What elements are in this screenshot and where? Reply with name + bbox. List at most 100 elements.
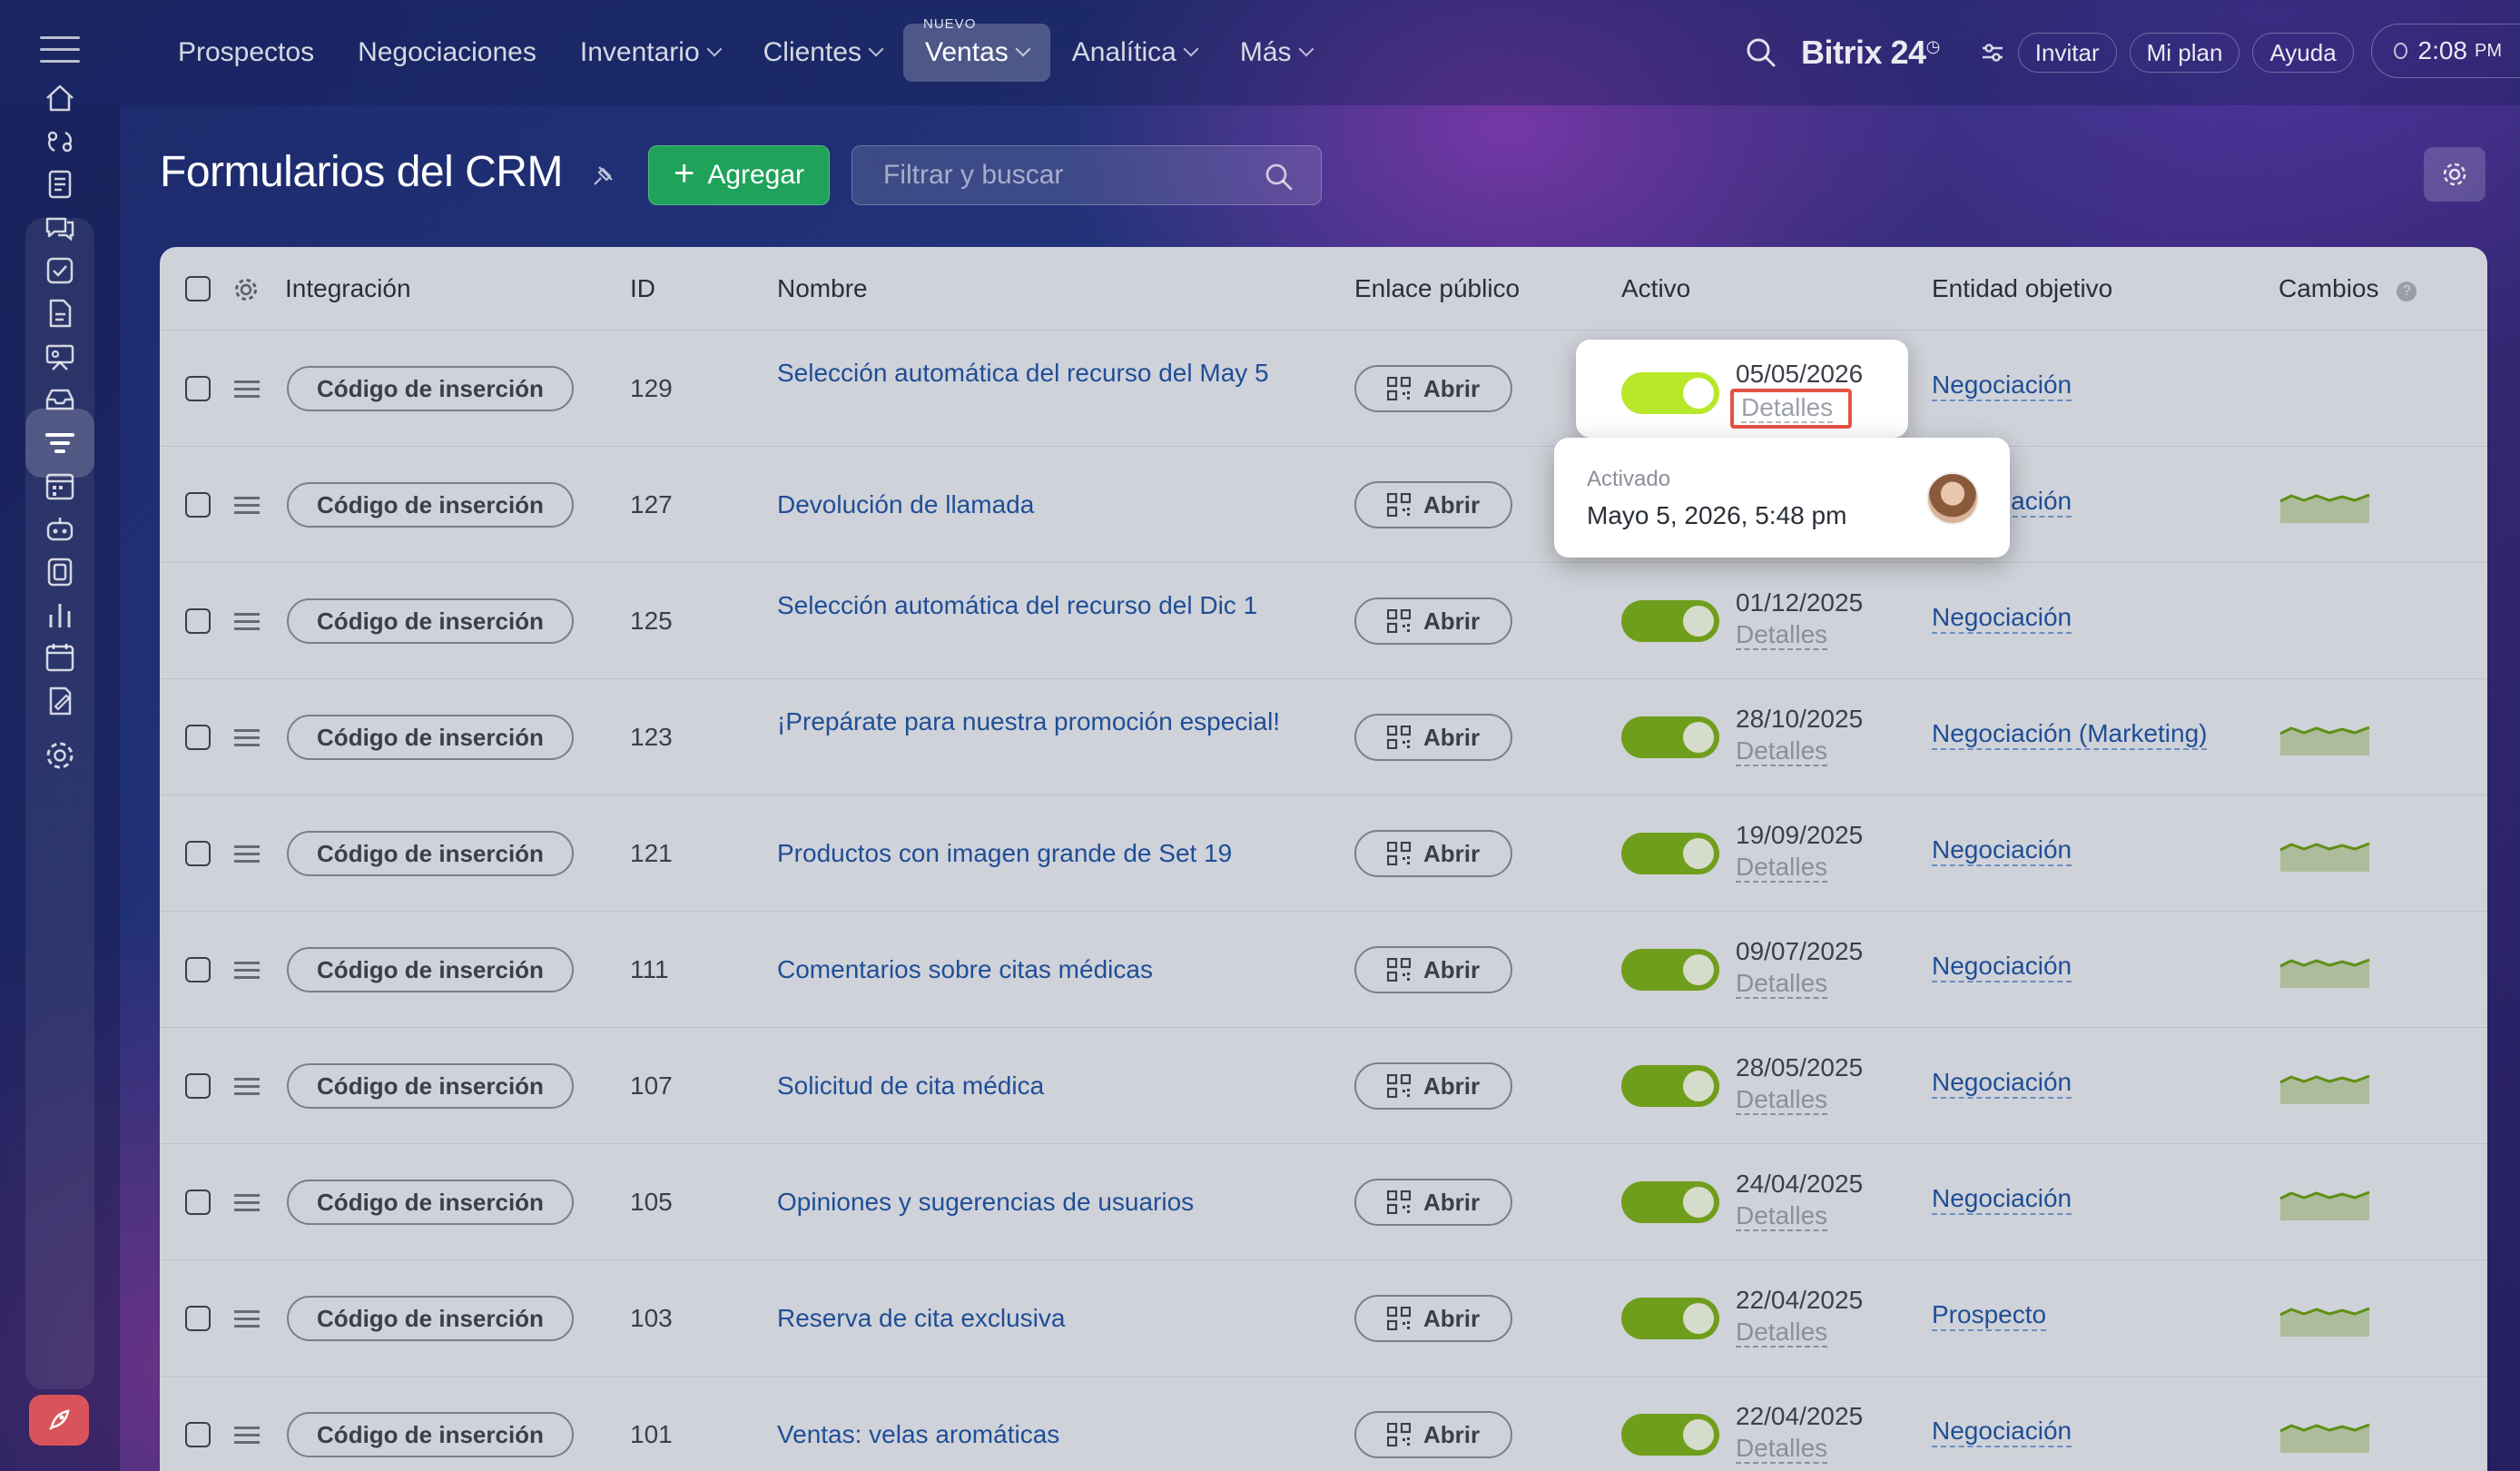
document-list-icon[interactable] <box>42 166 78 202</box>
table-row[interactable]: Código de inserción 111 Comentarios sobre … <box>160 912 2487 1028</box>
form-name-link[interactable]: Selección automática del recurso del Dic… <box>777 590 1285 621</box>
form-name-link[interactable]: Comentarios sobre citas médicas <box>777 954 1285 985</box>
page-settings-button[interactable] <box>2424 147 2486 202</box>
target-entity-link[interactable]: Negociación <box>1932 835 2072 866</box>
details-link[interactable]: Detalles <box>1736 737 1828 766</box>
integration-chip[interactable]: Código de inserción <box>287 598 574 644</box>
open-public-link-button[interactable]: Abrir <box>1354 830 1512 877</box>
home-icon[interactable] <box>42 80 78 116</box>
active-toggle[interactable] <box>1621 1065 1719 1107</box>
open-public-link-button[interactable]: Abrir <box>1354 1411 1512 1458</box>
row-checkbox[interactable] <box>185 376 211 401</box>
active-toggle[interactable] <box>1621 716 1719 758</box>
target-entity-link[interactable]: Negociación <box>1932 1417 2072 1447</box>
target-entity-link[interactable]: Negociación <box>1932 1068 2072 1099</box>
active-toggle[interactable] <box>1621 833 1719 874</box>
table-row[interactable]: Código de inserción 123 ¡Prepárate para nu… <box>160 679 2487 795</box>
form-name-link[interactable]: Ventas: velas aromáticas <box>777 1419 1285 1450</box>
calendar-icon[interactable] <box>42 639 78 676</box>
search-icon[interactable] <box>1263 161 1295 193</box>
row-checkbox[interactable] <box>185 725 211 750</box>
open-public-link-button[interactable]: Abrir <box>1354 714 1512 761</box>
details-link-highlighted[interactable]: Detalles <box>1730 389 1852 429</box>
table-row[interactable]: Código de inserción 129 Selección automáti… <box>160 331 2487 447</box>
active-toggle[interactable] <box>1621 1181 1719 1223</box>
integration-chip[interactable]: Código de inserción <box>287 1412 574 1457</box>
nav-clientes[interactable]: Clientes <box>742 24 903 82</box>
details-link[interactable]: Detalles <box>1736 970 1828 999</box>
active-toggle[interactable] <box>1621 1414 1719 1456</box>
open-public-link-button[interactable]: Abrir <box>1354 365 1512 412</box>
form-name-link[interactable]: ¡Prepárate para nuestra promoción especi… <box>777 706 1285 737</box>
active-toggle[interactable] <box>1621 949 1719 991</box>
search-icon[interactable] <box>1743 35 1779 71</box>
row-checkbox[interactable] <box>185 1306 211 1331</box>
pin-icon[interactable] <box>590 163 615 189</box>
target-entity-link[interactable]: Prospecto <box>1932 1300 2047 1331</box>
col-integration[interactable]: Integración <box>285 274 411 303</box>
calendar-grid-icon[interactable] <box>42 468 78 504</box>
nav-analitica[interactable]: Analítica <box>1050 24 1218 82</box>
task-check-icon[interactable] <box>42 252 78 289</box>
row-checkbox[interactable] <box>185 608 211 634</box>
drag-handle-icon[interactable] <box>234 729 260 747</box>
integration-chip[interactable]: Código de inserción <box>287 715 574 760</box>
target-entity-link[interactable]: Negociación <box>1932 952 2072 982</box>
file-icon[interactable] <box>42 295 78 331</box>
invite-button[interactable]: Invitar <box>2017 33 2117 73</box>
details-link[interactable]: Detalles <box>1736 1086 1828 1115</box>
open-public-link-button[interactable]: Abrir <box>1354 1295 1512 1342</box>
row-checkbox[interactable] <box>185 1422 211 1447</box>
avatar[interactable] <box>1926 472 1979 525</box>
drag-handle-icon[interactable] <box>234 613 260 631</box>
menu-icon[interactable] <box>40 36 80 69</box>
row-checkbox[interactable] <box>185 1190 211 1215</box>
funnel-leads-icon[interactable] <box>42 123 78 160</box>
table-row[interactable]: Código de inserción 121 Productos con imag… <box>160 795 2487 912</box>
nav-ventas[interactable]: NUEVO Ventas <box>903 16 1050 82</box>
help-icon[interactable]: ? <box>2397 281 2417 301</box>
details-link[interactable]: Detalles <box>1736 1435 1828 1464</box>
table-row[interactable]: Código de inserción 101 Ventas: velas arom… <box>160 1377 2487 1471</box>
drag-handle-icon[interactable] <box>234 962 260 980</box>
signature-doc-icon[interactable] <box>42 683 78 719</box>
table-row[interactable]: Código de inserción 127 Devolución de llam… <box>160 447 2487 563</box>
table-row[interactable]: Código de inserción 125 Selección automáti… <box>160 563 2487 679</box>
target-entity-link[interactable]: Negociación <box>1932 603 2072 634</box>
active-toggle[interactable] <box>1621 600 1719 642</box>
drag-handle-icon[interactable] <box>234 1078 260 1096</box>
help-button[interactable]: Ayuda <box>2252 33 2354 73</box>
open-public-link-button[interactable]: Abrir <box>1354 481 1512 528</box>
open-public-link-button[interactable]: Abrir <box>1354 597 1512 645</box>
form-name-link[interactable]: Reserva de cita exclusiva <box>777 1303 1285 1334</box>
drag-handle-icon[interactable] <box>234 380 260 399</box>
column-settings-icon[interactable] <box>232 276 260 303</box>
drag-handle-icon[interactable] <box>234 1194 260 1212</box>
col-id[interactable]: ID <box>630 274 655 303</box>
details-link[interactable]: Detalles <box>1736 1202 1828 1231</box>
open-public-link-button[interactable]: Abrir <box>1354 946 1512 993</box>
my-plan-button[interactable]: Mi plan <box>2129 33 2240 73</box>
col-public-link[interactable]: Enlace público <box>1354 274 1520 303</box>
table-row[interactable]: Código de inserción 105 Opiniones y sugere… <box>160 1144 2487 1260</box>
row-checkbox[interactable] <box>185 492 211 518</box>
details-link[interactable]: Detalles <box>1736 1318 1828 1348</box>
table-row[interactable]: Código de inserción 107 Solicitud de cita … <box>160 1028 2487 1144</box>
drag-handle-icon[interactable] <box>234 845 260 864</box>
form-name-link[interactable]: Solicitud de cita médica <box>777 1071 1285 1101</box>
target-entity-link[interactable]: Negociación (Marketing) <box>1932 719 2208 750</box>
nav-prospectos[interactable]: Prospectos <box>156 24 336 82</box>
nav-inventario[interactable]: Inventario <box>558 24 742 82</box>
storage-icon[interactable] <box>42 554 78 590</box>
integration-chip[interactable]: Código de inserción <box>287 1180 574 1225</box>
row-checkbox[interactable] <box>185 1073 211 1099</box>
form-name-link[interactable]: Opiniones y sugerencias de usuarios <box>777 1187 1285 1218</box>
sliders-icon[interactable] <box>1980 40 2005 65</box>
add-button[interactable]: + Agregar <box>648 145 830 205</box>
target-entity-link[interactable]: Negociación <box>1932 370 2072 401</box>
integration-chip[interactable]: Código de inserción <box>287 1063 574 1109</box>
form-name-link[interactable]: Selección automática del recurso del May… <box>777 358 1285 389</box>
details-link[interactable]: Detalles <box>1736 621 1828 650</box>
integration-chip[interactable]: Código de inserción <box>287 366 574 411</box>
active-toggle[interactable] <box>1621 1298 1719 1339</box>
